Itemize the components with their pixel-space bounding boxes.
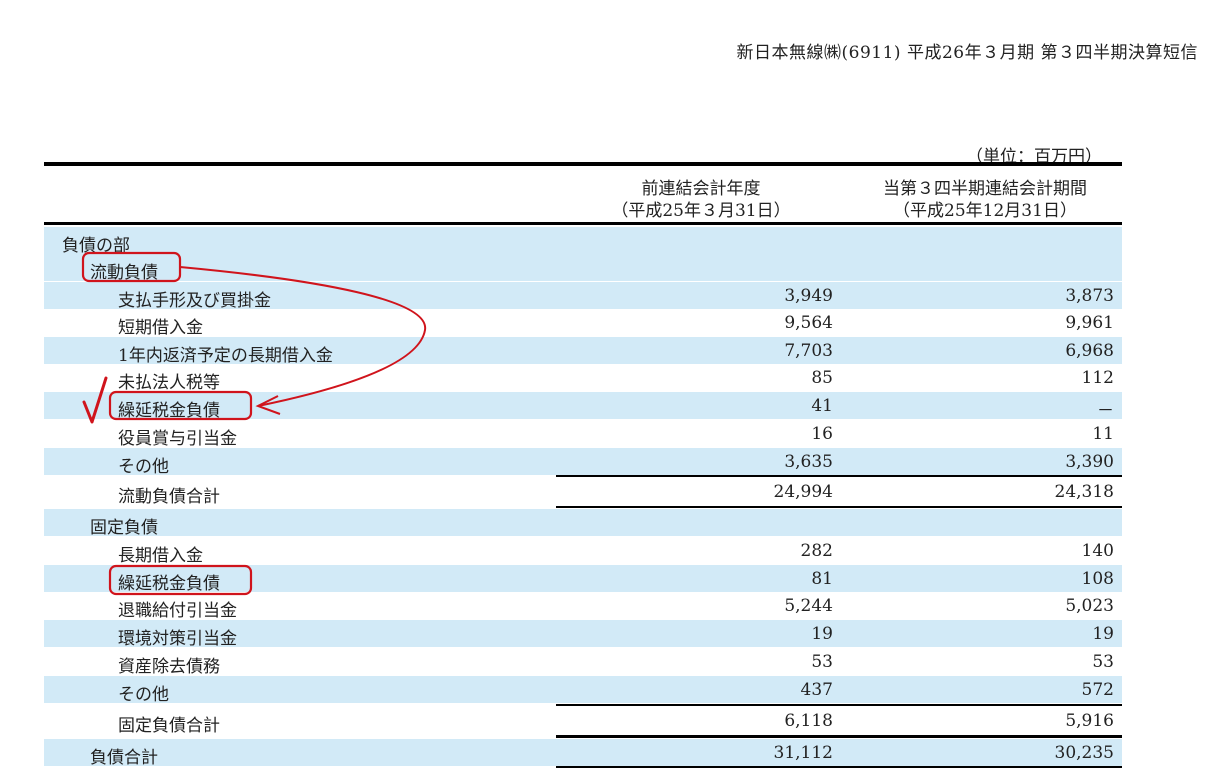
value-prev: 41 xyxy=(811,396,833,416)
table-row: 負債合計 31,112 30,235 xyxy=(44,739,1122,768)
value-curr: 5,916 xyxy=(1065,711,1114,731)
row-label: 負債合計 xyxy=(90,748,158,768)
total-bottom-rule xyxy=(556,766,1122,768)
value-prev: 5,244 xyxy=(784,596,833,616)
row-label: 役員賞与引当金 xyxy=(118,429,237,449)
value-curr: 53 xyxy=(1092,652,1114,672)
table-row: その他 437 572 xyxy=(44,676,1122,705)
table-row: 繰延税金負債 81 108 xyxy=(44,565,1122,594)
value-prev: 16 xyxy=(811,424,833,444)
table-row: 未払法人税等 85 112 xyxy=(44,364,1122,393)
row-label: 1年内返済予定の長期借入金 xyxy=(118,346,333,366)
row-label: 固定負債 xyxy=(90,518,158,538)
value-prev: 24,994 xyxy=(773,482,833,502)
row-label: 未払法人税等 xyxy=(118,373,220,393)
table-row: 環境対策引当金 19 19 xyxy=(44,620,1122,649)
table-row: 繰延税金負債 41 － xyxy=(44,392,1122,421)
table-row: 流動負債合計 24,994 24,318 xyxy=(44,478,1122,507)
value-curr: 5,023 xyxy=(1065,596,1114,616)
value-prev: 6,118 xyxy=(784,711,833,731)
current-subtotal-bottom-rule xyxy=(556,506,1122,508)
table-row: 退職給付引当金 5,244 5,023 xyxy=(44,592,1122,621)
column-header-curr-line2: （平成25年12月31日） xyxy=(893,201,1077,221)
value-prev: 3,635 xyxy=(784,452,833,472)
value-curr: 112 xyxy=(1081,368,1114,388)
table-row: 流動負債 xyxy=(44,254,1122,283)
value-curr: 6,968 xyxy=(1065,341,1114,361)
value-prev: 85 xyxy=(811,368,833,388)
value-curr: － xyxy=(1097,401,1114,421)
table-row: 負債の部 xyxy=(44,227,1122,256)
row-label: その他 xyxy=(118,457,169,477)
value-prev: 7,703 xyxy=(784,341,833,361)
value-curr: 572 xyxy=(1081,680,1114,700)
table-row: 1年内返済予定の長期借入金 7,703 6,968 xyxy=(44,337,1122,366)
table-row: 資産除去債務 53 53 xyxy=(44,648,1122,677)
row-label: 支払手形及び買掛金 xyxy=(118,291,271,311)
row-label: 長期借入金 xyxy=(118,546,203,566)
header-bottom-rule xyxy=(44,222,1122,225)
value-prev: 9,564 xyxy=(784,313,833,333)
row-label: 流動負債 xyxy=(90,263,158,283)
document-header-title: 新日本無線㈱(6911) 平成26年３月期 第３四半期決算短信 xyxy=(736,43,1198,63)
column-header-curr-line1: 当第３四半期連結会計期間 xyxy=(883,179,1087,199)
current-subtotal-rule xyxy=(556,475,1122,477)
column-header-curr: 当第３四半期連結会計期間 （平成25年12月31日） xyxy=(850,178,1120,222)
row-label: 繰延税金負債 xyxy=(118,401,220,421)
row-label: 流動負債合計 xyxy=(118,487,220,507)
value-curr: 9,961 xyxy=(1065,313,1114,333)
total-top-rule xyxy=(556,735,1122,738)
row-label: 資産除去債務 xyxy=(118,657,220,677)
value-curr: 3,873 xyxy=(1065,286,1114,306)
row-label: 環境対策引当金 xyxy=(118,629,237,649)
row-label: 固定負債合計 xyxy=(118,716,220,736)
table-row: 固定負債合計 6,118 5,916 xyxy=(44,707,1122,736)
row-label: その他 xyxy=(118,685,169,705)
column-header-prev-line2: （平成25年３月31日） xyxy=(611,201,791,221)
row-label: 短期借入金 xyxy=(118,318,203,338)
table-top-rule xyxy=(44,162,1122,166)
value-prev: 31,112 xyxy=(773,743,833,763)
value-curr: 30,235 xyxy=(1054,743,1114,763)
row-label: 繰延税金負債 xyxy=(118,574,220,594)
table-row: 長期借入金 282 140 xyxy=(44,537,1122,566)
table-row: その他 3,635 3,390 xyxy=(44,448,1122,477)
table-row: 固定負債 xyxy=(44,509,1122,538)
value-curr: 24,318 xyxy=(1054,482,1114,502)
value-prev: 81 xyxy=(811,569,833,589)
column-header-prev: 前連結会計年度 （平成25年３月31日） xyxy=(596,178,806,222)
value-curr: 19 xyxy=(1092,624,1114,644)
table-row: 短期借入金 9,564 9,961 xyxy=(44,309,1122,338)
value-prev: 19 xyxy=(811,624,833,644)
row-label: 負債の部 xyxy=(62,236,130,256)
value-prev: 53 xyxy=(811,652,833,672)
table-row: 支払手形及び買掛金 3,949 3,873 xyxy=(44,282,1122,311)
row-label: 退職給付引当金 xyxy=(118,601,237,621)
column-header-prev-line1: 前連結会計年度 xyxy=(641,179,761,199)
value-curr: 140 xyxy=(1081,541,1114,561)
value-prev: 282 xyxy=(800,541,833,561)
value-curr: 11 xyxy=(1092,424,1114,444)
value-prev: 3,949 xyxy=(784,286,833,306)
fixed-subtotal-rule xyxy=(556,704,1122,706)
value-prev: 437 xyxy=(800,680,833,700)
value-curr: 108 xyxy=(1081,569,1114,589)
value-curr: 3,390 xyxy=(1065,452,1114,472)
table-row: 役員賞与引当金 16 11 xyxy=(44,420,1122,449)
